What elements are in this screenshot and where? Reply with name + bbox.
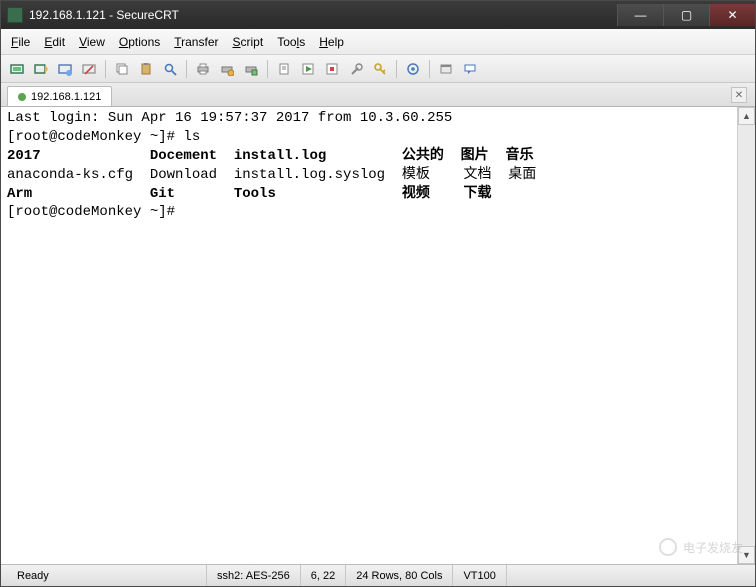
menu-help[interactable]: Help (319, 35, 344, 49)
terminal-line: Arm Git Tools 视频 下载 (7, 185, 731, 204)
reconnect-icon[interactable] (55, 59, 75, 79)
menu-tools[interactable]: Tools (277, 35, 305, 49)
app-window: 192.168.1.121 - SecureCRT — ▢ ✕ File Edi… (0, 0, 756, 587)
statusbar: Ready ssh2: AES-256 6, 22 24 Rows, 80 Co… (1, 564, 755, 586)
scroll-down-icon[interactable]: ▼ (738, 546, 755, 564)
scroll-track[interactable] (738, 125, 755, 546)
menu-file[interactable]: File (11, 35, 30, 49)
toolbar-sep (396, 60, 397, 78)
menu-script[interactable]: Script (233, 35, 264, 49)
script-play-icon[interactable] (298, 59, 318, 79)
terminal-wrap: Last login: Sun Apr 16 19:57:37 2017 fro… (1, 107, 755, 564)
disconnect-icon[interactable] (79, 59, 99, 79)
tabstrip: 192.168.1.121 ✕ (1, 83, 755, 107)
status-proto: ssh2: AES-256 (207, 565, 301, 586)
scrollbar[interactable]: ▲ ▼ (737, 107, 755, 564)
window-title: 192.168.1.121 - SecureCRT (29, 8, 179, 22)
terminal-line: Last login: Sun Apr 16 19:57:37 2017 fro… (7, 109, 731, 128)
log-session-icon[interactable] (274, 59, 294, 79)
toolbar-sep (429, 60, 430, 78)
terminal-line: 2017 Docement install.log 公共的 图片 音乐 (7, 147, 731, 166)
copy-icon[interactable] (112, 59, 132, 79)
status-size: 24 Rows, 80 Cols (346, 565, 453, 586)
app-icon (7, 7, 23, 23)
toggle-chat-icon[interactable] (460, 59, 480, 79)
toolbar-sep (186, 60, 187, 78)
key-icon[interactable] (370, 59, 390, 79)
menu-options[interactable]: Options (119, 35, 160, 49)
terminal[interactable]: Last login: Sun Apr 16 19:57:37 2017 fro… (1, 107, 737, 564)
close-button[interactable]: ✕ (709, 4, 755, 26)
terminal-line: [root@codeMonkey ~]# (7, 203, 731, 222)
print-selection-icon[interactable] (241, 59, 261, 79)
print-setup-icon[interactable] (217, 59, 237, 79)
toolbar (1, 55, 755, 83)
tab-label: 192.168.1.121 (31, 91, 101, 103)
terminal-line: [root@codeMonkey ~]# ls (7, 128, 731, 147)
script-stop-icon[interactable] (322, 59, 342, 79)
paste-icon[interactable] (136, 59, 156, 79)
minimize-icon: — (635, 8, 647, 22)
status-dot-icon (18, 93, 26, 101)
status-caps (729, 565, 749, 586)
session-manager-icon[interactable] (436, 59, 456, 79)
scroll-up-icon[interactable]: ▲ (738, 107, 755, 125)
toolbar-sep (267, 60, 268, 78)
menu-edit[interactable]: Edit (44, 35, 65, 49)
status-ready: Ready (7, 565, 207, 586)
titlebar: 192.168.1.121 - SecureCRT — ▢ ✕ (1, 1, 755, 29)
status-cursor: 6, 22 (301, 565, 346, 586)
session-tab[interactable]: 192.168.1.121 (7, 86, 112, 106)
tab-close-button[interactable]: ✕ (731, 87, 747, 103)
menu-transfer[interactable]: Transfer (174, 35, 218, 49)
maximize-icon: ▢ (681, 8, 692, 22)
settings-icon[interactable] (346, 59, 366, 79)
menubar: File Edit View Options Transfer Script T… (1, 29, 755, 55)
toolbar-sep (105, 60, 106, 78)
minimize-button[interactable]: — (617, 4, 663, 26)
close-icon: ✕ (727, 8, 737, 22)
quick-connect-icon[interactable] (31, 59, 51, 79)
maximize-button[interactable]: ▢ (663, 4, 709, 26)
find-icon[interactable] (160, 59, 180, 79)
menu-view[interactable]: View (79, 35, 105, 49)
print-icon[interactable] (193, 59, 213, 79)
status-term: VT100 (453, 565, 506, 586)
connect-icon[interactable] (7, 59, 27, 79)
options-icon[interactable] (403, 59, 423, 79)
terminal-line: anaconda-ks.cfg Download install.log.sys… (7, 166, 731, 185)
